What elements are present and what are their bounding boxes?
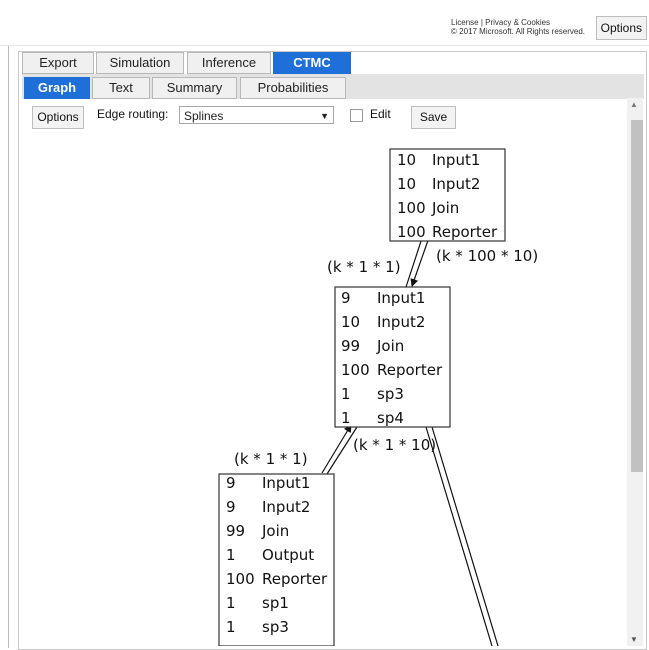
node-species: Input1	[262, 474, 310, 492]
node-species: sp1	[262, 594, 289, 612]
graph-options-button[interactable]: Options	[32, 106, 84, 129]
edge-label-n2-n1: (k * 1 * 1)	[327, 258, 401, 276]
node-count: 9	[226, 498, 236, 516]
edge-n2-to-offscreen	[425, 426, 499, 646]
node-species: Join	[261, 522, 289, 540]
edge-routing-label: Edge routing:	[97, 107, 169, 121]
node-species: Reporter	[432, 223, 498, 241]
legal-notice: License | Privacy & Cookies © 2017 Micro…	[451, 18, 585, 36]
node-species: Input1	[377, 289, 425, 307]
main-tabs: Export Simulation Inference CTMC	[22, 52, 644, 74]
node-count: 100	[397, 223, 426, 241]
node-species: Input2	[432, 175, 480, 193]
node-count: 9	[341, 289, 351, 307]
node-species: Reporter	[377, 361, 443, 379]
node-species: Output	[262, 546, 314, 564]
node-species: Input2	[262, 498, 310, 516]
copyright-text: © 2017 Microsoft. All Rights reserved.	[451, 27, 585, 36]
left-divider	[8, 46, 9, 648]
tab-inference[interactable]: Inference	[187, 52, 271, 74]
legal-links[interactable]: License | Privacy & Cookies	[451, 18, 585, 27]
node-species: sp3	[262, 618, 289, 636]
node-count: 1	[226, 618, 236, 636]
node-species: Join	[376, 337, 404, 355]
node-count: 10	[397, 151, 416, 169]
edge-label-n2-n3: (k * 1 * 10)	[353, 436, 436, 454]
node-species: Input1	[432, 151, 480, 169]
tab-simulation[interactable]: Simulation	[96, 52, 184, 74]
node-count: 1	[341, 385, 351, 403]
node-count: 1	[226, 594, 236, 612]
node-count: 1	[341, 409, 351, 427]
state-node[interactable]: 9 Input1 10 Input2 99 Join 100 Reporter …	[334, 286, 451, 428]
dropdown-arrow-icon: ▼	[320, 111, 329, 121]
node-species: sp3	[377, 385, 404, 403]
tab-probabilities[interactable]: Probabilities	[240, 77, 346, 99]
top-header: License | Privacy & Cookies © 2017 Micro…	[0, 0, 649, 46]
node-count: 9	[226, 474, 236, 492]
edge-label-n1-n2: (k * 100 * 10)	[436, 247, 538, 265]
tab-graph[interactable]: Graph	[24, 77, 90, 99]
state-node[interactable]: 9 Input1 9 Input2 99 Join 1 Output 100 R…	[218, 473, 335, 646]
node-count: 10	[341, 313, 360, 331]
edge-label-n3-n2: (k * 1 * 1)	[234, 450, 308, 468]
node-count: 99	[341, 337, 360, 355]
state-node[interactable]: 10 Input1 10 Input2 100 Join 100 Reporte…	[389, 148, 506, 242]
tab-ctmc[interactable]: CTMC	[273, 52, 351, 74]
save-button[interactable]: Save	[411, 106, 456, 129]
sub-tabs: Graph Text Summary Probabilities	[22, 74, 644, 99]
tab-text[interactable]: Text	[92, 77, 150, 99]
vertical-scrollbar[interactable]: ▲ ▼	[627, 98, 643, 646]
graph-canvas[interactable]: (k * 100 * 10) (k * 1 * 1) (k * 1 * 10) …	[22, 134, 627, 646]
header-options-button[interactable]: Options	[595, 16, 647, 40]
tab-summary[interactable]: Summary	[152, 77, 237, 99]
state-graph: (k * 100 * 10) (k * 1 * 1) (k * 1 * 10) …	[218, 148, 538, 646]
tab-export[interactable]: Export	[22, 52, 94, 74]
scroll-down-icon[interactable]: ▼	[630, 635, 638, 644]
node-species: sp4	[377, 409, 404, 427]
edit-checkbox[interactable]	[350, 109, 363, 122]
node-count: 99	[226, 522, 245, 540]
node-count: 100	[341, 361, 370, 379]
edit-label: Edit	[370, 107, 391, 121]
node-count: 100	[226, 570, 255, 588]
node-count: 10	[397, 175, 416, 193]
node-species: Reporter	[262, 570, 328, 588]
scrollbar-thumb[interactable]	[631, 120, 643, 472]
node-species: Join	[431, 199, 459, 217]
scroll-up-icon[interactable]: ▲	[630, 100, 638, 109]
node-count: 1	[226, 546, 236, 564]
node-species: Input2	[377, 313, 425, 331]
edge-routing-value: Splines	[184, 109, 224, 123]
edge-routing-select[interactable]: Splines ▼	[179, 106, 334, 124]
node-count: 100	[397, 199, 426, 217]
edge-n3-to-n2	[321, 424, 352, 474]
